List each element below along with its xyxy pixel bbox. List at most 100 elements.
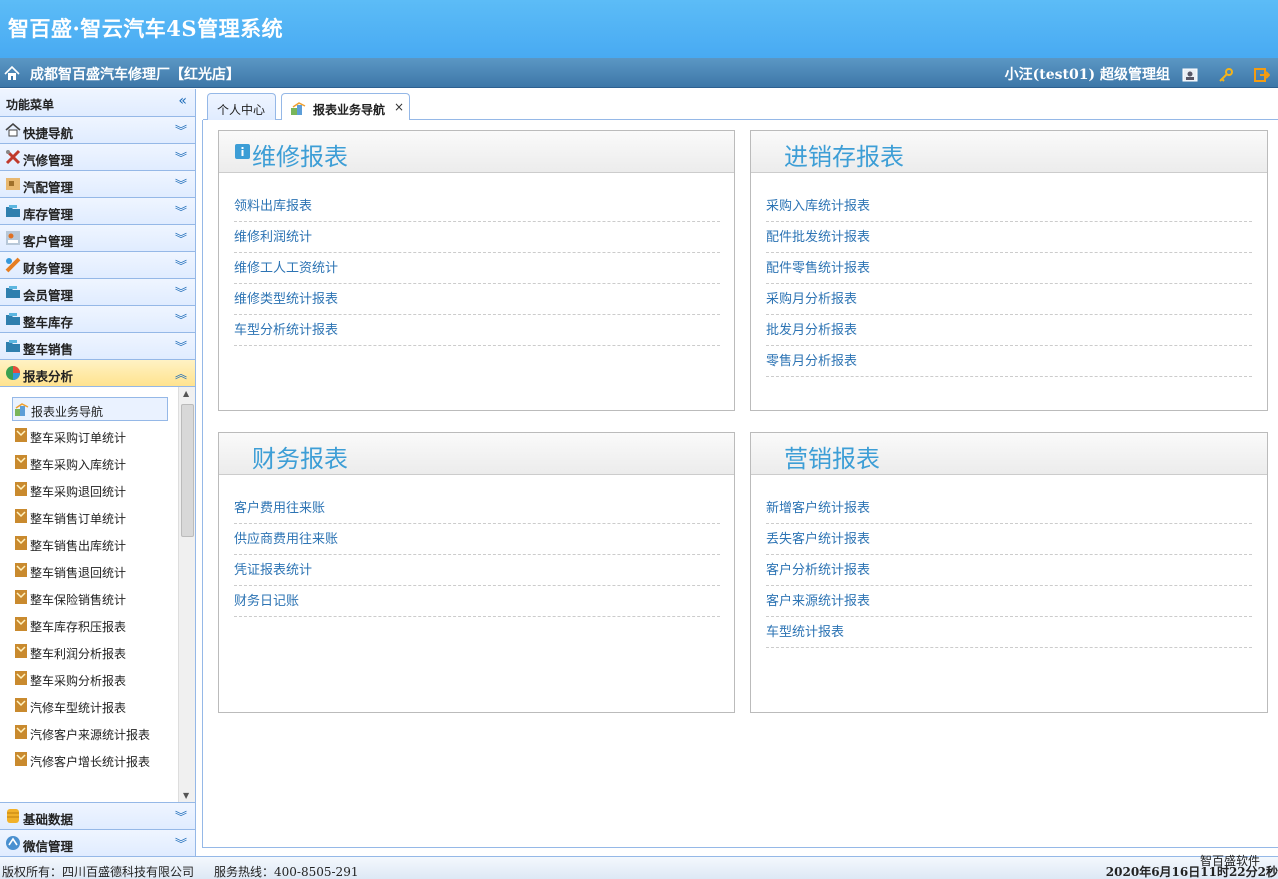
close-tab-icon[interactable]: × — [394, 100, 404, 114]
home-icon — [5, 122, 21, 137]
submenu-item[interactable]: 整车库存积压报表 — [12, 613, 168, 637]
sidebar-menu-item[interactable]: 报表分析 ︽ — [0, 360, 195, 387]
report-file-icon — [15, 671, 27, 685]
tab-report-nav[interactable]: 报表业务导航 × — [281, 93, 410, 121]
sidebar-menu-item[interactable]: 整车销售 ︾ — [0, 333, 195, 360]
tab-personal-center[interactable]: 个人中心 — [207, 93, 276, 120]
menu-label: 基础数据 — [23, 812, 74, 827]
home-icon[interactable] — [4, 66, 20, 81]
report-link[interactable]: 车型统计报表 — [766, 621, 844, 640]
chevron-down-icon[interactable]: ︾ — [175, 808, 187, 825]
sidebar-menu-item[interactable]: 财务管理 ︾ — [0, 252, 195, 279]
chevron-up-icon[interactable]: ︽ — [175, 365, 187, 382]
sidebar-menu-item[interactable]: 微信管理 ︾ — [0, 830, 195, 857]
key-icon[interactable] — [1218, 67, 1234, 83]
report-link[interactable]: 财务日记账 — [234, 590, 299, 609]
report-link[interactable]: 凭证报表统计 — [234, 559, 312, 578]
submenu-label: 整车采购入库统计 — [30, 458, 127, 472]
report-link[interactable]: 维修工人工资统计 — [234, 257, 338, 276]
report-link[interactable]: 客户分析统计报表 — [766, 559, 870, 578]
shop-name: 成都智百盛汽车修理厂【红光店】 — [30, 67, 240, 83]
report-link[interactable]: 客户费用往来账 — [234, 497, 325, 516]
chevron-down-icon[interactable]: ︾ — [175, 835, 187, 852]
scroll-down-icon[interactable]: ▼ — [183, 791, 189, 800]
panel-repair-reports: 维修报表 领料出库报表 维修利润统计维修工人工资统计 维修类型统计报表 车型分析统计报… — [218, 130, 735, 411]
report-file-icon — [15, 509, 27, 523]
submenu-scrollbar[interactable]: ▲ ▼ — [178, 387, 195, 802]
panel-title: 营销报表 — [784, 445, 880, 473]
submenu-item[interactable]: 整车销售退回统计 — [12, 559, 168, 583]
sidebar-menu-item[interactable]: 汽修管理 ︾ — [0, 144, 195, 171]
chevron-down-icon[interactable]: ︾ — [175, 257, 187, 274]
panel-marketing-reports: 营销报表 新增客户统计报表 丢失客户统计报表 客户分析统计报表 客户来源统计报表 车型统… — [750, 432, 1268, 713]
sidebar-menu-item[interactable]: 会员管理 ︾ — [0, 279, 195, 306]
report-link[interactable]: 客户来源统计报表 — [766, 590, 870, 609]
report-link[interactable]: 车型分析统计报表 — [234, 319, 338, 338]
submenu-item[interactable]: 汽修客户增长统计报表 — [12, 748, 168, 772]
sidebar-menu-item[interactable]: 汽配管理 ︾ — [0, 171, 195, 198]
panel-title: 维修报表 — [252, 143, 348, 171]
chevron-down-icon[interactable]: ︾ — [175, 284, 187, 301]
submenu-label: 整车销售出库统计 — [30, 539, 127, 553]
report-link[interactable]: 供应商费用往来账 — [234, 528, 338, 547]
sidebar-menu-item[interactable]: 快捷导航 ︾ — [0, 117, 195, 144]
submenu-item[interactable]: 汽修车型统计报表 — [12, 694, 168, 718]
submenu-item[interactable]: 整车销售出库统计 — [12, 532, 168, 556]
menu-label: 整车库存 — [23, 315, 74, 330]
report-link[interactable]: 丢失客户统计报表 — [766, 528, 870, 547]
submenu-item[interactable]: 整车采购订单统计 — [12, 424, 168, 448]
status-footer: 版权所有：四川百盛德科技有限公司 服务热线：400-8505-291 2020年… — [0, 856, 1278, 879]
submenu-item[interactable]: 整车利润分析报表 — [12, 640, 168, 664]
sidebar-menu-item[interactable]: 整车库存 ︾ — [0, 306, 195, 333]
report-submenu: 报表业务导航 整车采购订单统计 整车采购入库统计 整车采购退回统计 整车销售订单统计 整车… — [0, 387, 195, 803]
chevron-down-icon[interactable]: ︾ — [175, 149, 187, 166]
submenu-label: 整车保险销售统计 — [30, 593, 127, 607]
submenu-item[interactable]: 汽修客户来源统计报表 — [12, 721, 168, 745]
report-link[interactable]: 维修利润统计 — [234, 226, 312, 245]
report-link-row: 丢失客户统计报表 — [766, 524, 1252, 555]
profile-icon[interactable] — [1182, 67, 1198, 83]
scroll-thumb[interactable] — [181, 404, 194, 537]
logout-icon[interactable] — [1254, 67, 1270, 83]
submenu-item[interactable]: 整车采购退回统计 — [12, 478, 168, 502]
report-link-row: 供应商费用往来账 — [234, 524, 720, 555]
tab-label: 个人中心 — [217, 103, 266, 117]
report-link[interactable]: 零售月分析报表 — [766, 350, 857, 369]
report-link[interactable]: 配件批发统计报表 — [766, 226, 870, 245]
report-link[interactable]: 配件零售统计报表 — [766, 257, 870, 276]
panel-header: 营销报表 — [751, 433, 1267, 475]
report-link[interactable]: 维修类型统计报表 — [234, 288, 338, 307]
report-link-row: 配件批发统计报表 — [766, 222, 1252, 253]
submenu-item[interactable]: 整车保险销售统计 — [12, 586, 168, 610]
report-link[interactable]: 采购入库统计报表 — [766, 195, 870, 214]
submenu-item[interactable]: 整车销售订单统计 — [12, 505, 168, 529]
submenu-item[interactable]: 整车采购入库统计 — [12, 451, 168, 475]
submenu-label: 整车销售订单统计 — [30, 512, 127, 526]
app-title: 智百盛·智云汽车4S管理系统 — [8, 16, 284, 41]
report-link[interactable]: 批发月分析报表 — [766, 319, 857, 338]
menu-label: 快捷导航 — [23, 126, 74, 141]
collapse-icon[interactable]: « — [178, 93, 187, 109]
report-link-row: 配件零售统计报表 — [766, 253, 1252, 284]
panel-finance-reports: 财务报表 客户费用往来账 供应商费用往来账 凭证报表统计 财务日记账 — [218, 432, 735, 713]
chevron-down-icon[interactable]: ︾ — [175, 122, 187, 139]
submenu-label: 整车库存积压报表 — [30, 620, 127, 634]
submenu-item[interactable]: 整车采购分析报表 — [12, 667, 168, 691]
chevron-down-icon[interactable]: ︾ — [175, 338, 187, 355]
sidebar-menu-item[interactable]: 库存管理 ︾ — [0, 198, 195, 225]
sidebar-menu-item[interactable]: 客户管理 ︾ — [0, 225, 195, 252]
wechat-icon — [6, 836, 20, 850]
report-link[interactable]: 新增客户统计报表 — [766, 497, 870, 516]
chevron-down-icon[interactable]: ︾ — [175, 203, 187, 220]
scroll-up-icon[interactable]: ▲ — [183, 389, 189, 398]
sidebar-title: 功能菜单 — [6, 98, 55, 112]
chevron-down-icon[interactable]: ︾ — [175, 230, 187, 247]
panel-inventory-reports: 进销存报表 采购入库统计报表 配件批发统计报表 配件零售统计报表 采购月分析报表 批发月… — [750, 130, 1268, 411]
report-link-row: 维修利润统计 — [234, 222, 720, 253]
report-link[interactable]: 采购月分析报表 — [766, 288, 857, 307]
chevron-down-icon[interactable]: ︾ — [175, 311, 187, 328]
sidebar-menu-item[interactable]: 基础数据 ︾ — [0, 803, 195, 830]
submenu-item[interactable]: 报表业务导航 — [12, 397, 168, 421]
report-link[interactable]: 领料出库报表 — [234, 195, 312, 214]
chevron-down-icon[interactable]: ︾ — [175, 176, 187, 193]
